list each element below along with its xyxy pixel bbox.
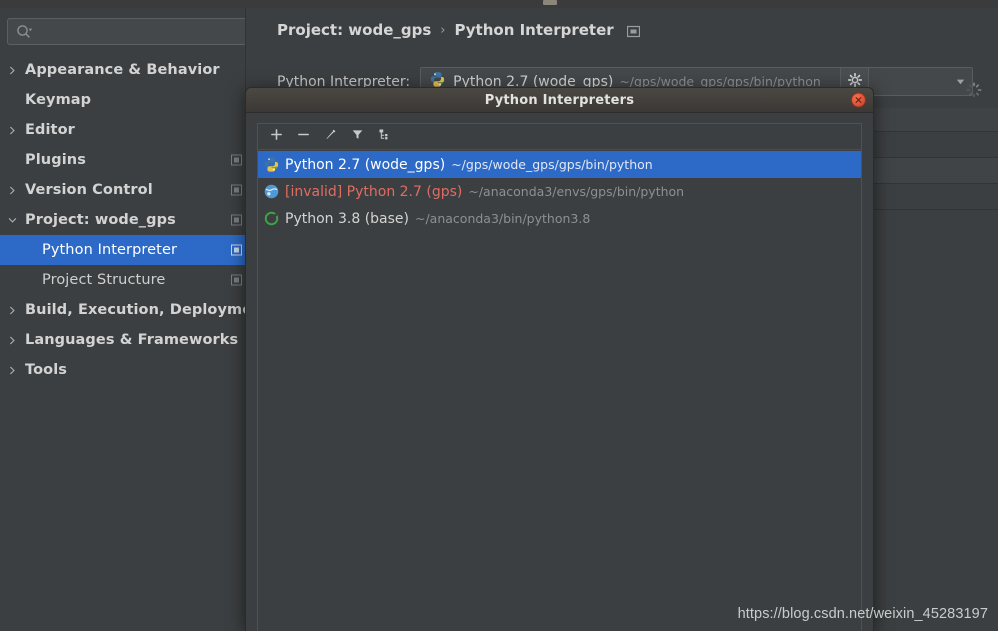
interpreter-path: ~/gps/wode_gps/gps/bin/python (451, 157, 653, 172)
sidebar-item-plugins[interactable]: Plugins (0, 145, 245, 175)
settings-window: Appearance & Behavior Keymap Editor Plug… (0, 0, 998, 631)
window-restore-icon[interactable] (626, 24, 640, 37)
sidebar-item-project-structure[interactable]: Project Structure (0, 265, 245, 295)
sidebar-item-label: Appearance & Behavior (25, 62, 220, 78)
chevron-down-icon[interactable] (8, 216, 25, 225)
python-virtualenv-icon (263, 156, 280, 173)
sidebar-item-label: Python Interpreter (42, 242, 178, 258)
settings-sidebar: Appearance & Behavior Keymap Editor Plug… (0, 8, 250, 631)
interpreter-name: [invalid] Python 2.7 (gps) (285, 183, 463, 200)
chevron-right-icon[interactable] (8, 306, 25, 315)
titlebar-nub (543, 0, 557, 5)
sidebar-item-label: Version Control (25, 182, 153, 198)
settings-marker-icon (231, 274, 242, 286)
sidebar-item-label: Keymap (25, 92, 92, 108)
interpreter-name: Python 3.8 (base) (285, 210, 409, 227)
sidebar-item-label: Tools (25, 362, 67, 378)
sidebar-item-label: Build, Execution, Deployment (25, 302, 245, 318)
settings-marker-icon (231, 154, 242, 166)
settings-marker-icon (231, 214, 242, 226)
sidebar-item-editor[interactable]: Editor (0, 115, 245, 145)
list-item[interactable]: [invalid] Python 2.7 (gps) ~/anaconda3/e… (258, 178, 861, 205)
interpreter-name: Python 2.7 (wode_gps) (285, 156, 446, 173)
interpreter-path: ~/anaconda3/bin/python3.8 (415, 211, 591, 226)
breadcrumb-leaf: Python Interpreter (454, 21, 614, 39)
list-item[interactable]: Python 2.7 (wode_gps) ~/gps/wode_gps/gps… (258, 151, 861, 178)
sidebar-item-label: Project Structure (42, 272, 166, 288)
settings-tree: Appearance & Behavior Keymap Editor Plug… (0, 55, 245, 385)
tree-paths-icon (378, 128, 391, 145)
minus-icon (297, 128, 310, 145)
add-interpreter-button[interactable] (265, 126, 288, 148)
sidebar-item-label: Plugins (25, 152, 86, 168)
breadcrumb-separator: › (440, 22, 446, 38)
interpreter-list-toolbar (258, 124, 861, 150)
search-input[interactable] (38, 19, 245, 44)
watermark-text: https://blog.csdn.net/weixin_45283197 (737, 606, 988, 622)
breadcrumb-root[interactable]: Project: wode_gps (277, 21, 431, 39)
python-interpreters-dialog: Python Interpreters Python 2.7 (wode_gps… (245, 87, 874, 631)
show-paths-button[interactable] (373, 126, 396, 148)
sidebar-item-keymap[interactable]: Keymap (0, 85, 245, 115)
dialog-titlebar[interactable]: Python Interpreters (246, 88, 873, 113)
chevron-right-icon[interactable] (8, 126, 25, 135)
remove-interpreter-button[interactable] (292, 126, 315, 148)
dialog-title: Python Interpreters (484, 92, 635, 108)
window-titlebar-strip (0, 0, 998, 8)
settings-marker-icon (231, 184, 242, 196)
filter-button[interactable] (346, 126, 369, 148)
spinner-icon (966, 82, 982, 98)
sidebar-item-appearance-behavior[interactable]: Appearance & Behavior (0, 55, 245, 85)
sidebar-item-python-interpreter[interactable]: Python Interpreter (0, 235, 245, 265)
conda-base-icon (263, 210, 280, 227)
sidebar-item-label: Editor (25, 122, 75, 138)
chevron-right-icon[interactable] (8, 66, 25, 75)
plus-icon (270, 128, 283, 145)
sidebar-item-build-execution-deployment[interactable]: Build, Execution, Deployment (0, 295, 245, 325)
conda-env-icon (263, 183, 280, 200)
dialog-body: Python 2.7 (wode_gps) ~/gps/wode_gps/gps… (246, 113, 873, 631)
interpreter-path: ~/anaconda3/envs/gps/bin/python (468, 184, 685, 199)
pencil-icon (324, 128, 337, 145)
sidebar-item-label: Project: wode_gps (25, 212, 176, 228)
list-item[interactable]: Python 3.8 (base) ~/anaconda3/bin/python… (258, 205, 861, 232)
settings-marker-icon (231, 244, 242, 256)
interpreter-list: Python 2.7 (wode_gps) ~/gps/wode_gps/gps… (258, 151, 861, 631)
close-icon[interactable] (851, 92, 866, 108)
sidebar-item-label: Languages & Frameworks (25, 332, 239, 348)
funnel-icon (351, 128, 364, 145)
sidebar-item-languages-frameworks[interactable]: Languages & Frameworks (0, 325, 245, 355)
breadcrumb: Project: wode_gps › Python Interpreter (277, 21, 640, 39)
interpreter-list-panel: Python 2.7 (wode_gps) ~/gps/wode_gps/gps… (257, 123, 862, 631)
edit-interpreter-button[interactable] (319, 126, 342, 148)
search-box[interactable] (7, 18, 250, 45)
chevron-right-icon[interactable] (8, 336, 25, 345)
chevron-right-icon[interactable] (8, 186, 25, 195)
sidebar-item-project-wode-gps[interactable]: Project: wode_gps (0, 205, 245, 235)
sidebar-item-version-control[interactable]: Version Control (0, 175, 245, 205)
chevron-right-icon[interactable] (8, 366, 25, 375)
search-icon (16, 24, 33, 41)
sidebar-item-tools[interactable]: Tools (0, 355, 245, 385)
